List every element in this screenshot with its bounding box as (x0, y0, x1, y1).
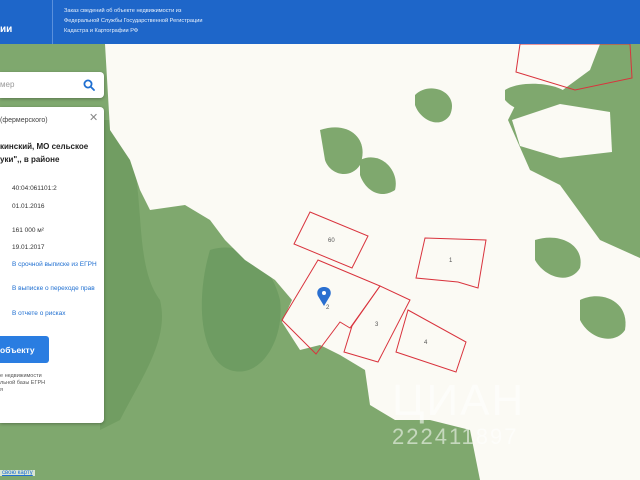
object-type: (фермерского) (0, 117, 48, 124)
note-line-2: льной базы ЕГРН (0, 380, 46, 386)
parcel-label-60: 60 (328, 238, 335, 244)
object-info-panel: ✕ (фермерского) кинский, МО сельское уки… (0, 107, 104, 423)
own-map-link[interactable]: свою карту (0, 470, 35, 476)
logo-text: ии (0, 24, 13, 35)
search-input-placeholder[interactable]: мер (0, 80, 14, 89)
address-line-2: уки",, в районе (0, 155, 60, 164)
header-divider (52, 0, 53, 44)
watermark-line2: 222411897 (392, 424, 519, 449)
close-icon[interactable]: ✕ (89, 111, 98, 124)
order-object-button[interactable]: объекту (0, 336, 49, 363)
search-icon[interactable] (83, 79, 95, 91)
header-notice: Заказ сведений об объекте недвижимости и… (64, 8, 203, 34)
address-line-1: кинский, МО сельское (0, 142, 89, 151)
link-risk-report[interactable]: В отчете о рисках (12, 309, 65, 318)
site-header: ии Заказ сведений об объекте недвижимост… (0, 0, 640, 44)
object-address: кинский, МО сельское уки",, в районе (0, 140, 100, 166)
note-line-3: я (0, 387, 3, 393)
watermark-line1: ЦИАН (392, 376, 526, 425)
update-date: 19.01.2017 (12, 244, 45, 251)
cadastral-number: 40:04:061101:2 (12, 185, 57, 192)
search-box[interactable]: мер (0, 72, 104, 98)
order-button-label: объекту (0, 345, 35, 355)
registration-date: 01.01.2016 (12, 203, 45, 210)
link-transfer-extract[interactable]: В выписке о переходе прав (12, 284, 102, 293)
area-value: 161 000 м² (12, 227, 44, 234)
note-line-1: е недвижимости (0, 373, 42, 379)
link-urgent-extract[interactable]: В срочной выписке из ЕГРН (12, 260, 102, 269)
